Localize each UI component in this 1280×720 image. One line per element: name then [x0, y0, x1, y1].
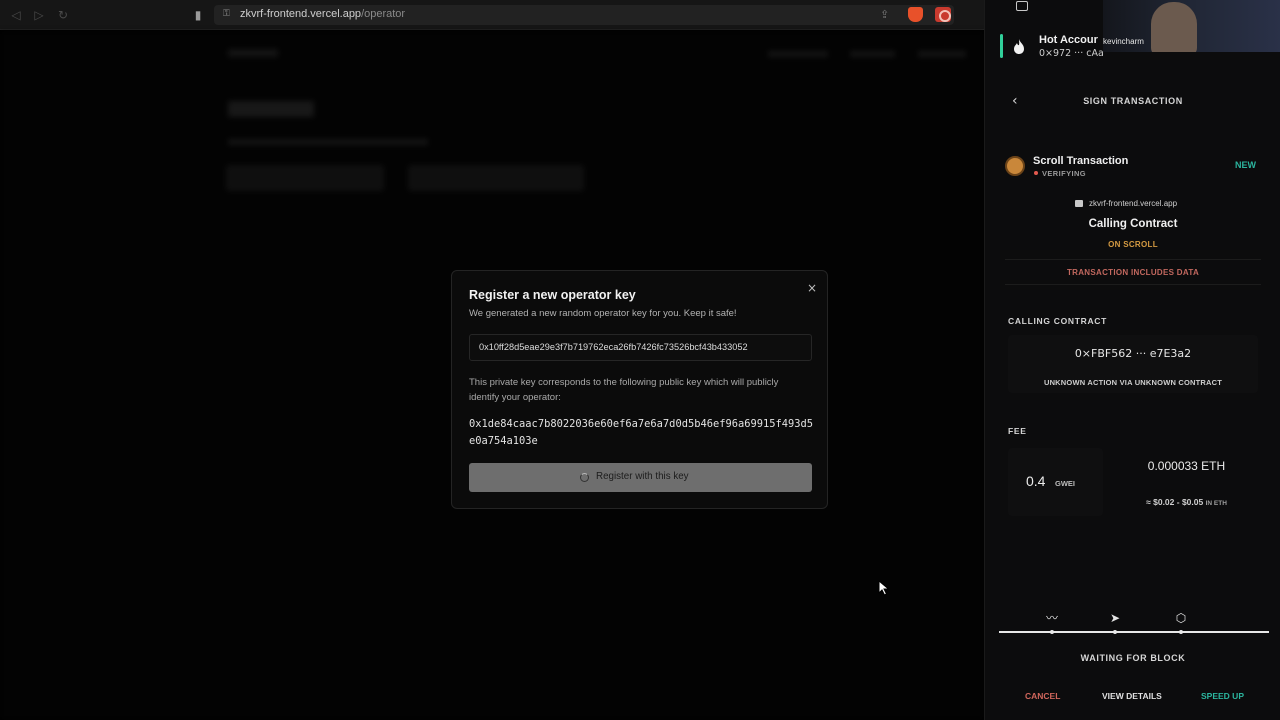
transaction-progress: 〰 ➤ ⬡: [999, 610, 1269, 638]
new-badge: NEW: [1235, 160, 1256, 170]
brave-icon[interactable]: [908, 7, 923, 22]
network-label: ON SCROLL: [1108, 240, 1158, 249]
transaction-name: Scroll Transaction: [1033, 155, 1129, 167]
calling-contract-label: CALLING CONTRACT: [1008, 316, 1108, 326]
dapp-url: zkvrf-frontend.vercel.app: [1089, 199, 1178, 208]
modal-subtitle: We generated a new random operator key f…: [469, 308, 737, 319]
url-text: zkvrf-frontend.vercel.app/operator: [240, 8, 405, 20]
contract-action: UNKNOWN ACTION VIA UNKNOWN CONTRACT: [1043, 378, 1223, 387]
bg-nav-item: [768, 51, 828, 57]
sign-transaction-title: SIGN TRANSACTION: [1083, 96, 1183, 106]
wallet-panel: kevincharm Hot Accour 0×972 ··· cAa ‹ SI…: [984, 0, 1280, 720]
url-host: zkvrf-frontend.vercel.app: [240, 8, 362, 20]
public-key-description: This private key corresponds to the foll…: [469, 377, 779, 403]
signature-icon: 〰: [1045, 611, 1058, 625]
scroll-logo-icon: [1005, 156, 1025, 176]
browser-toolbar: ◁ ▷ ↻ ▮ ⚿ zkvrf-frontend.vercel.app/oper…: [0, 0, 984, 30]
extension-icon[interactable]: [935, 7, 951, 22]
usd-unit: IN ETH: [1205, 500, 1227, 507]
register-button[interactable]: Register with this key: [469, 463, 812, 492]
fee-label: FEE: [1008, 426, 1027, 436]
contract-box[interactable]: 0×FBF562 ··· e7E3a2 UNKNOWN ACTION VIA U…: [1008, 335, 1258, 393]
gas-price-box[interactable]: 0.4 GWEI: [1008, 448, 1103, 516]
bg-heading: [228, 101, 314, 117]
spinner-icon: [580, 473, 589, 482]
account-indicator: [1000, 34, 1003, 58]
account-address: 0×972 ··· cAa: [1039, 48, 1104, 59]
speed-up-button[interactable]: SPEED UP: [1201, 691, 1244, 701]
share-icon[interactable]: ⇪: [880, 8, 892, 21]
bg-nav-item: [850, 51, 895, 57]
send-icon: ➤: [1109, 611, 1121, 625]
close-icon[interactable]: ×: [805, 281, 819, 295]
reload-icon[interactable]: ↻: [55, 7, 71, 23]
sign-transaction-header: ‹ SIGN TRANSACTION: [985, 88, 1280, 114]
bg-button: [408, 165, 584, 191]
dapp-icon: [1075, 200, 1083, 207]
modal-title: Register a new operator key: [469, 288, 636, 302]
step-dot: [1050, 630, 1054, 634]
register-operator-key-modal: Register a new operator key × We generat…: [451, 270, 828, 509]
transaction-status: VERIFYING: [1042, 169, 1087, 178]
progress-status: WAITING FOR BLOCK: [1080, 653, 1186, 663]
progress-line: [999, 631, 1269, 633]
transaction-data-notice[interactable]: TRANSACTION INCLUDES DATA: [1005, 259, 1261, 285]
usd-fee-range: ≈ $0.02 - $0.05 IN ETH: [1115, 497, 1258, 507]
mouse-cursor-icon: [878, 580, 890, 596]
step-dot: [1113, 630, 1117, 634]
cancel-button[interactable]: CANCEL: [1025, 691, 1060, 701]
webcam-name: kevincharm: [1103, 37, 1144, 46]
panel-icon[interactable]: [1016, 1, 1028, 11]
status-dot: [1034, 171, 1038, 175]
bg-nav-item: [918, 51, 966, 57]
register-button-label: Register with this key: [596, 471, 689, 482]
eth-fee-value: 0.000033 ETH: [1147, 459, 1226, 473]
back-icon[interactable]: ◁: [8, 7, 24, 23]
gas-unit: GWEI: [1055, 479, 1075, 488]
usd-range-value: ≈ $0.02 - $0.05: [1146, 497, 1204, 507]
bg-button: [226, 165, 384, 191]
address-bar[interactable]: ⚿ zkvrf-frontend.vercel.app/operator: [214, 5, 954, 25]
step-dot: [1179, 630, 1183, 634]
public-key-value: 0x1de84caac7b8022036e60ef6a7e6a7d0d5b46e…: [469, 418, 814, 447]
view-details-button[interactable]: VIEW DETAILS: [1102, 691, 1162, 701]
gas-value: 0.4: [1026, 473, 1046, 489]
action-title: Calling Contract: [1088, 218, 1178, 230]
bg-caption: [228, 139, 428, 145]
fee-section: 0.4 GWEI 0.000033 ETH ≈ $0.02 - $0.05 IN…: [1008, 448, 1258, 516]
account-name[interactable]: Hot Accour: [1039, 34, 1098, 46]
private-key-field[interactable]: 0x10ff28d5eae29e3f7b719762eca26fb7426fc7…: [469, 334, 812, 361]
browser-window: ◁ ▷ ↻ ▮ ⚿ zkvrf-frontend.vercel.app/oper…: [0, 0, 984, 720]
webcam-person: [1151, 2, 1197, 52]
flame-icon: [1014, 39, 1024, 54]
forward-icon[interactable]: ▷: [31, 7, 47, 23]
bg-logo: [228, 49, 278, 57]
lock-icon: ⚿: [223, 9, 230, 19]
transaction-card: Scroll Transaction VERIFYING NEW zkvrf-f…: [1000, 145, 1266, 295]
url-path: /operator: [361, 8, 406, 20]
webcam-overlay: kevincharm: [1103, 0, 1280, 52]
block-icon: ⬡: [1175, 611, 1187, 625]
bookmark-icon[interactable]: ▮: [190, 7, 206, 23]
contract-address: 0×FBF562 ··· e7E3a2: [1074, 347, 1192, 360]
